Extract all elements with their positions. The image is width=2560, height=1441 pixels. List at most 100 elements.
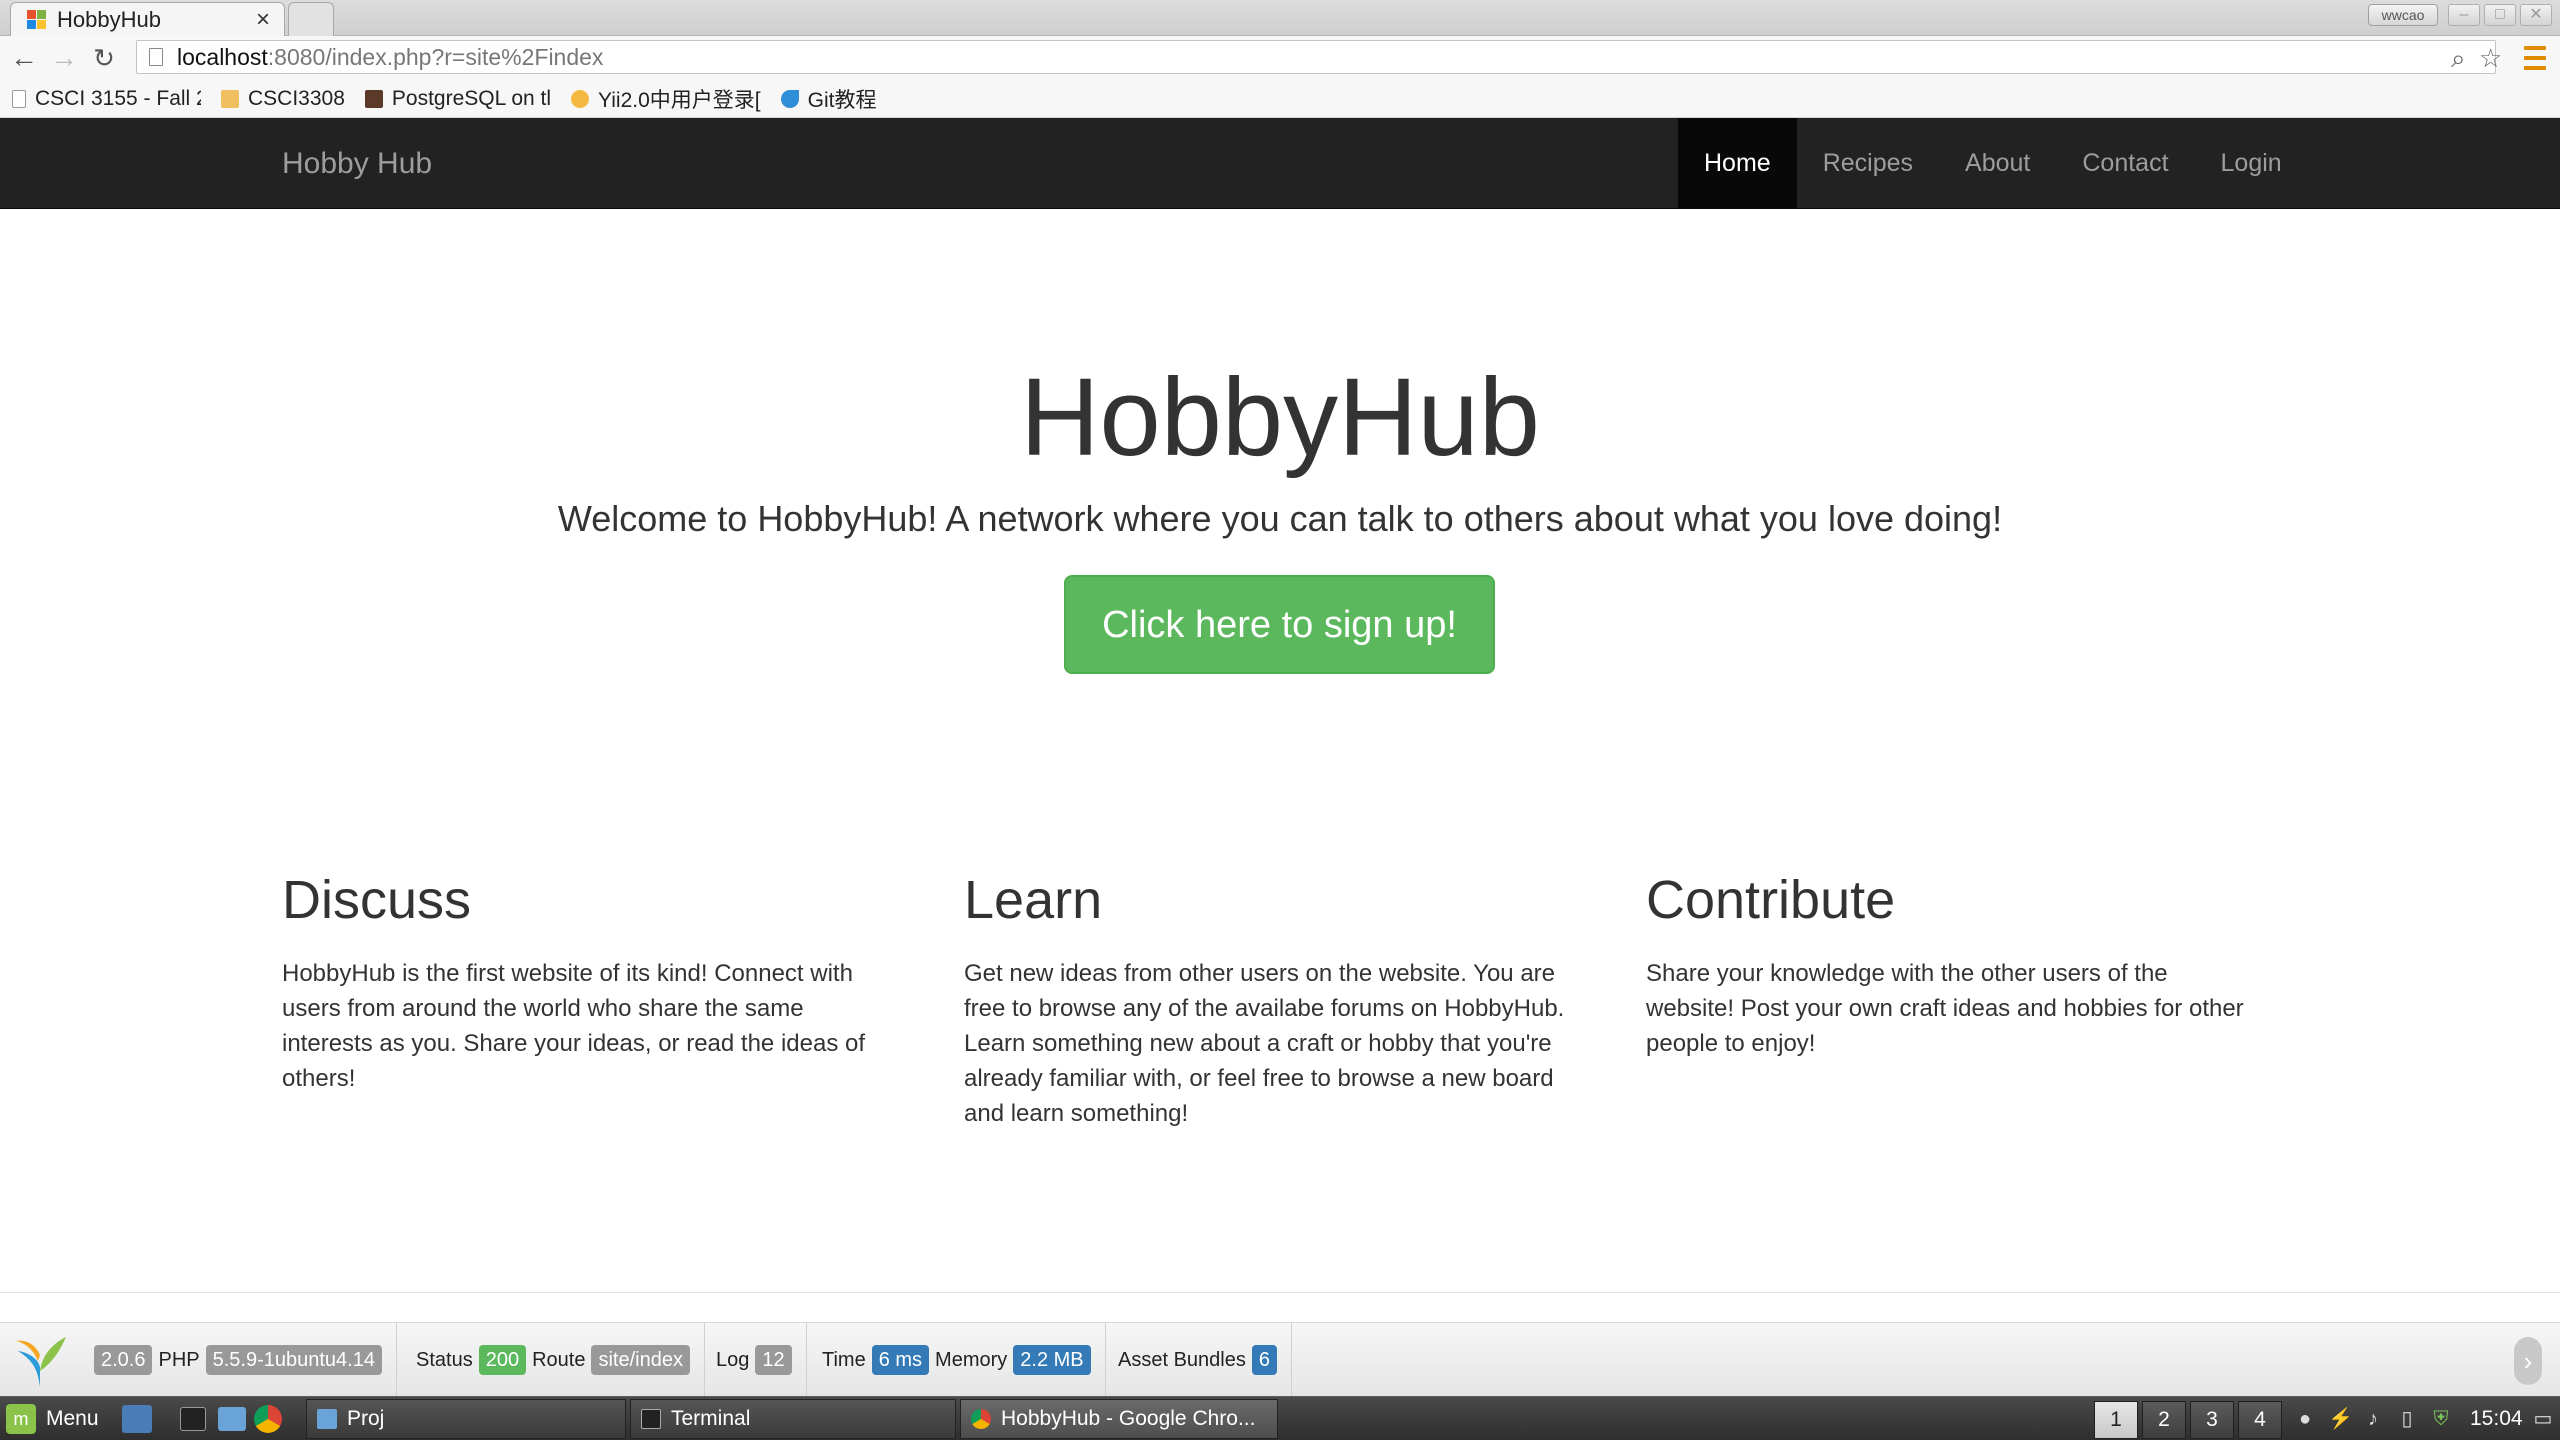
new-tab-button[interactable] [288,2,334,36]
debug-version-block[interactable]: 2.0.6 PHP 5.5.9-1ubuntu4.14 [80,1323,397,1397]
terminal-launcher-icon[interactable] [180,1397,206,1441]
taskbar-window-proj[interactable]: Proj [306,1399,626,1439]
maximize-window-icon[interactable]: □ [2484,4,2516,26]
status-badge: 200 [478,1345,527,1375]
bookmarks-bar: CSCI 3155 - Fall 2 CSCI3308 PostgreSQL o… [0,80,2560,118]
bookmark-item[interactable]: PostgreSQL on tl [364,86,552,111]
clock[interactable]: 15:04 [2470,1397,2523,1441]
show-desktop-icon[interactable] [122,1397,152,1441]
workspace-1[interactable]: 1 [2094,1401,2138,1439]
feature-discuss: Discuss HobbyHub is the first website of… [282,862,892,1096]
chrome-icon [971,1409,991,1429]
volume-icon[interactable]: ♪ [2362,1408,2384,1430]
feature-heading: Contribute [1646,870,1896,930]
memory-label: Memory [935,1348,1008,1371]
bookmark-label: Yii2.0中用户登录[ [598,88,761,112]
content-divider [0,1292,2560,1293]
terminal-icon [641,1409,661,1429]
shield-icon[interactable]: ⛨ [2430,1408,2452,1430]
site-brand[interactable]: Hobby Hub [282,118,432,209]
back-arrow-icon[interactable]: ← [8,42,40,74]
memory-badge: 2.2 MB [1013,1345,1091,1375]
feature-learn: Learn Get new ideas from other users on … [964,862,1574,1131]
debug-profiling-block[interactable]: Time 6 ms Memory 2.2 MB [808,1323,1106,1397]
bookmark-label: CSCI 3155 - Fall 2 [35,86,201,110]
nav-item-home[interactable]: Home [1678,118,1797,209]
yii-version-badge: 2.0.6 [94,1345,153,1375]
bookmark-item[interactable]: CSCI3308 [221,87,345,111]
bookmark-item[interactable]: CSCI 3155 - Fall 2 [12,87,201,111]
start-menu-button[interactable]: m Menu [6,1397,99,1441]
show-desktop-tray-icon[interactable]: ▭ [2532,1408,2554,1430]
address-bar[interactable]: localhost :8080/index.php?r=site%2Findex… [136,40,2502,74]
taskbar-window-terminal[interactable]: Terminal [630,1399,956,1439]
debug-log-block[interactable]: Log 12 [702,1323,807,1397]
close-window-icon[interactable]: ✕ [2520,4,2552,26]
taskbar-window-chrome[interactable]: HobbyHub - Google Chro... [960,1399,1278,1439]
feature-body: Get new ideas from other users on the we… [964,960,1565,1127]
status-label: Status [416,1348,473,1371]
nav-item-about[interactable]: About [1939,118,2056,209]
folder-icon [221,89,239,108]
time-label: Time [822,1348,866,1371]
bookmark-item[interactable]: Yii2.0中用户登录[ [571,84,761,114]
asset-bundles-label: Asset Bundles [1118,1348,1246,1371]
browser-tab-strip: HobbyHub × wwcao – □ ✕ [0,0,2560,36]
rocket-icon [780,89,799,108]
window-label: Terminal [671,1407,751,1430]
workspace-2[interactable]: 2 [2142,1401,2186,1439]
feature-contribute: Contribute Share your knowledge with the… [1646,862,2256,1061]
debug-toggle-chevron-icon[interactable]: › [2514,1337,2542,1385]
page-icon [12,89,26,108]
hero-title: HobbyHub [1020,356,1540,479]
workspace-4[interactable]: 4 [2238,1401,2282,1439]
php-label: PHP [158,1348,200,1371]
tab-title: HobbyHub [57,6,161,32]
debug-assets-block[interactable]: Asset Bundles 6 [1104,1323,1292,1397]
minimize-window-icon[interactable]: – [2448,4,2480,26]
chrome-menu-icon[interactable] [2524,46,2546,70]
nav-item-contact[interactable]: Contact [2056,118,2194,209]
chrome-launcher-icon[interactable] [254,1397,282,1441]
zoom-icon[interactable]: ⌕ [2451,43,2466,73]
signup-button[interactable]: Click here to sign up! [1064,575,1495,674]
user-icon[interactable]: ● [2294,1408,2316,1430]
bookmark-item[interactable]: Git教程 [780,84,877,114]
network-icon[interactable]: ⚡ [2328,1408,2353,1430]
tab-close-icon[interactable]: × [256,6,270,34]
mint-logo-icon: m [6,1404,36,1434]
feature-body: HobbyHub is the first website of its kin… [282,960,865,1092]
forward-arrow-icon[interactable]: → [48,42,80,74]
bookmark-star-icon[interactable]: ☆ [2479,43,2502,73]
bookmark-label: PostgreSQL on tl [391,86,552,110]
browser-tab-hobbyhub[interactable]: HobbyHub × [10,2,285,36]
debug-request-block[interactable]: Status 200 Route site/index [402,1323,705,1397]
log-label: Log [716,1348,750,1371]
log-badge: 12 [755,1345,792,1375]
os-taskbar: m Menu Proj Terminal HobbyHub - Google C… [0,1396,2560,1440]
workspace-3[interactable]: 3 [2190,1401,2234,1439]
battery-icon[interactable]: ▯ [2396,1408,2418,1430]
nav-item-login[interactable]: Login [2195,118,2308,209]
yii-favicon-icon [27,9,47,30]
feature-heading: Discuss [282,870,472,930]
window-label: Proj [347,1407,385,1430]
site-navbar: Hobby Hub Home Recipes About Contact Log… [0,118,2560,209]
yii-logo-icon[interactable] [12,1331,68,1389]
feature-heading: Learn [964,870,1103,930]
profile-badge[interactable]: wwcao [2368,4,2438,26]
files-launcher-icon[interactable] [218,1397,246,1441]
bookmark-label: Git教程 [807,88,877,112]
cat-icon [571,89,590,108]
time-badge: 6 ms [871,1345,930,1375]
route-badge: site/index [591,1345,690,1375]
url-host: localhost [177,43,268,70]
folder-icon [317,1409,337,1429]
hero-lead: Welcome to HobbyHub! A network where you… [557,498,2003,539]
reload-icon[interactable]: ↻ [88,42,120,74]
site-nav: Home Recipes About Contact Login [1678,118,2308,209]
nav-item-recipes[interactable]: Recipes [1797,118,1939,209]
url-path: :8080/index.php?r=site%2Findex [267,43,604,70]
route-label: Route [532,1348,586,1371]
yii-debug-toolbar: 2.0.6 PHP 5.5.9-1ubuntu4.14 Status 200 R… [0,1322,2560,1397]
